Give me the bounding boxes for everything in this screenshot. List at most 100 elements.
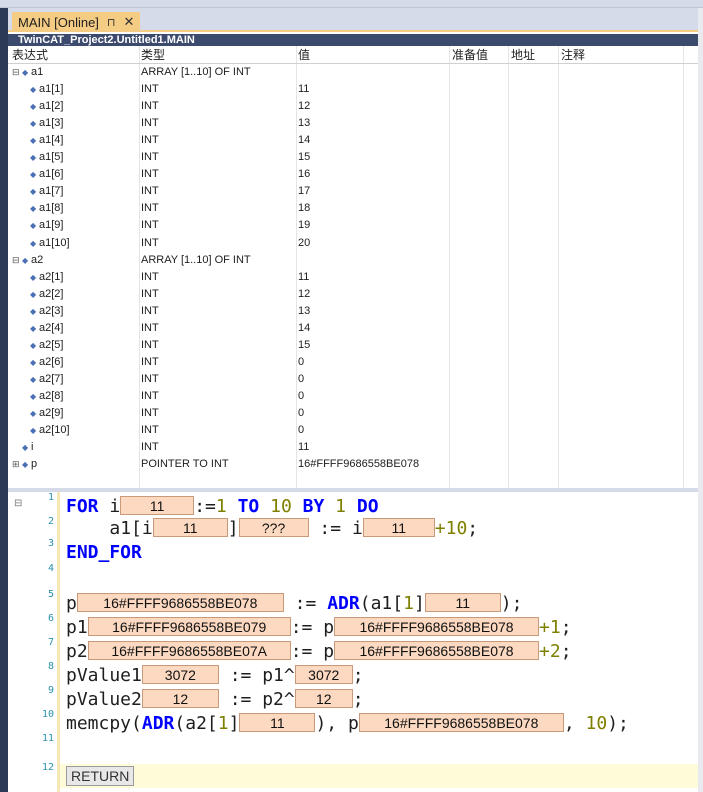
watch-row[interactable]: ◆ a1[8] INT 18 (8, 200, 698, 217)
watch-value: 12 (298, 100, 311, 113)
header-prepared-value[interactable]: 准备值 (452, 46, 512, 64)
watch-type: INT (141, 202, 159, 215)
inline-value[interactable]: 16#FFFF9686558BE07A (87, 641, 291, 660)
watch-row[interactable]: ⊟ ◆ a2 ARRAY [1..10] OF INT (8, 252, 698, 269)
watch-row[interactable]: ◆ a2[7] INT 0 (8, 371, 698, 388)
inline-value[interactable]: ??? (238, 518, 309, 537)
watch-row[interactable]: ◆ a1[7] INT 17 (8, 183, 698, 200)
watch-prepared-value[interactable] (452, 166, 512, 183)
return-marker[interactable]: RETURN (66, 766, 135, 786)
watch-expression: ◆ a2[2] (12, 286, 142, 303)
watch-prepared-value[interactable] (452, 132, 512, 149)
watch-prepared-value[interactable] (452, 422, 512, 439)
watch-prepared-value[interactable] (452, 320, 512, 337)
inline-value[interactable]: 12 (294, 689, 353, 708)
watch-row[interactable]: ◆ a1[3] INT 13 (8, 115, 698, 132)
watch-row[interactable]: ◆ a2[4] INT 14 (8, 320, 698, 337)
watch-prepared-value[interactable] (452, 252, 512, 269)
code-line-1[interactable]: FOR i 11:=1 TO 10 BY 1 DO (66, 496, 379, 518)
watch-prepared-value[interactable] (452, 456, 512, 473)
watch-row[interactable]: ◆ a1[9] INT 19 (8, 217, 698, 234)
code-line-10[interactable]: memcpy(ADR(a2[1] 11), p 16#FFFF9686558BE07… (66, 713, 629, 735)
code-line-8[interactable]: pValue1 3072 := p1^ 3072; (66, 665, 364, 687)
watch-row[interactable]: ◆ i INT 11 (8, 439, 698, 456)
code-editor[interactable]: ⊟ 1 2 3 4 5 6 7 8 9 10 11 12 FOR i 11:=1 TO 10 BY 1 … (8, 492, 698, 792)
watch-row[interactable]: ◆ a1[4] INT 14 (8, 132, 698, 149)
header-address[interactable]: 地址 (511, 46, 559, 64)
watch-expression: ◆ a2[10] (12, 422, 142, 439)
inline-value[interactable]: 16#FFFF9686558BE078 (76, 593, 284, 612)
expression-text: a1[3] (39, 117, 64, 130)
header-expression[interactable]: 表达式 (12, 46, 142, 64)
inline-value[interactable]: 16#FFFF9686558BE078 (334, 617, 540, 636)
watch-row[interactable]: ◆ a2[9] INT 0 (8, 405, 698, 422)
watch-row[interactable]: ◆ a2[2] INT 12 (8, 286, 698, 303)
watch-row[interactable]: ◆ a1[10] INT 20 (8, 235, 698, 252)
watch-prepared-value[interactable] (452, 337, 512, 354)
watch-row[interactable]: ⊞ ◆ p POINTER TO INT 16#FFFF9686558BE078 (8, 456, 698, 473)
watch-prepared-value[interactable] (452, 405, 512, 422)
collapse-icon[interactable]: ⊟ (14, 498, 22, 509)
watch-prepared-value[interactable] (452, 217, 512, 234)
code-line-3[interactable]: END_FOR (66, 542, 142, 564)
inline-value[interactable]: 11 (362, 518, 435, 537)
watch-row[interactable]: ◆ a1[5] INT 15 (8, 149, 698, 166)
inline-value[interactable]: 12 (141, 689, 219, 708)
inline-value[interactable]: 11 (152, 518, 228, 537)
watch-prepared-value[interactable] (452, 235, 512, 252)
watch-row[interactable]: ◆ a2[1] INT 11 (8, 269, 698, 286)
tab-main-online[interactable]: MAIN [Online] ⊓ ✕ (12, 12, 141, 32)
watch-row[interactable]: ◆ a2[6] INT 0 (8, 354, 698, 371)
header-value[interactable]: 值 (298, 46, 448, 64)
watch-row[interactable]: ◆ a2[3] INT 13 (8, 303, 698, 320)
watch-prepared-value[interactable] (452, 81, 512, 98)
watch-row[interactable]: ◆ a2[8] INT 0 (8, 388, 698, 405)
variable-icon: ◆ (30, 357, 37, 367)
watch-prepared-value[interactable] (452, 354, 512, 371)
expression-text: a1[4] (39, 134, 64, 147)
inline-value[interactable]: 16#FFFF9686558BE078 (358, 713, 564, 732)
watch-prepared-value[interactable] (452, 115, 512, 132)
header-comment[interactable]: 注释 (561, 46, 681, 64)
watch-prepared-value[interactable] (452, 98, 512, 115)
code-line-7[interactable]: p2 16#FFFF9686558BE07A:= p 16#FFFF9686558B… (66, 641, 572, 663)
watch-row[interactable]: ⊟ ◆ a1 ARRAY [1..10] OF INT (8, 64, 698, 81)
keyword: TO (237, 496, 260, 517)
collapse-icon[interactable]: ⊟ (12, 252, 22, 269)
vertical-scrollbar[interactable] (698, 8, 703, 792)
code-line-9[interactable]: pValue2 12 := p2^ 12; (66, 689, 364, 711)
inline-value[interactable]: 16#FFFF9686558BE078 (334, 641, 540, 660)
inline-value[interactable]: 11 (120, 496, 195, 515)
inline-value[interactable]: 3072 (294, 665, 353, 684)
watch-prepared-value[interactable] (452, 200, 512, 217)
expression-text: a2[4] (39, 321, 64, 334)
watch-prepared-value[interactable] (452, 183, 512, 200)
pin-icon[interactable]: ⊓ (107, 16, 116, 29)
watch-prepared-value[interactable] (452, 371, 512, 388)
code-line-5[interactable]: p 16#FFFF9686558BE078 := ADR(a1[1] 11); (66, 593, 522, 615)
line-number: 1 (47, 492, 54, 503)
watch-row[interactable]: ◆ a1[1] INT 11 (8, 81, 698, 98)
expand-icon[interactable]: ⊞ (12, 456, 22, 473)
watch-prepared-value[interactable] (452, 64, 512, 81)
inline-value[interactable]: 11 (424, 593, 501, 612)
watch-prepared-value[interactable] (452, 388, 512, 405)
watch-prepared-value[interactable] (452, 269, 512, 286)
watch-prepared-value[interactable] (452, 303, 512, 320)
inline-value[interactable]: 16#FFFF9686558BE079 (87, 617, 291, 636)
watch-row[interactable]: ◆ a2[10] INT 0 (8, 422, 698, 439)
code-line-2[interactable]: a1[i 11]??? := i 11 +10; (66, 518, 478, 540)
watch-prepared-value[interactable] (452, 149, 512, 166)
watch-row[interactable]: ◆ a2[5] INT 15 (8, 337, 698, 354)
collapse-icon[interactable]: ⊟ (12, 64, 22, 81)
watch-prepared-value[interactable] (452, 286, 512, 303)
watch-row[interactable]: ◆ a1[6] INT 16 (8, 166, 698, 183)
close-icon[interactable]: ✕ (124, 14, 135, 30)
expression-text: a2[5] (39, 338, 64, 351)
inline-value[interactable]: 3072 (141, 665, 219, 684)
header-type[interactable]: 类型 (141, 46, 296, 64)
watch-row[interactable]: ◆ a1[2] INT 12 (8, 98, 698, 115)
watch-prepared-value[interactable] (452, 439, 512, 456)
code-line-6[interactable]: p1 16#FFFF9686558BE079:= p 16#FFFF9686558B… (66, 617, 572, 639)
inline-value[interactable]: 11 (239, 713, 316, 732)
